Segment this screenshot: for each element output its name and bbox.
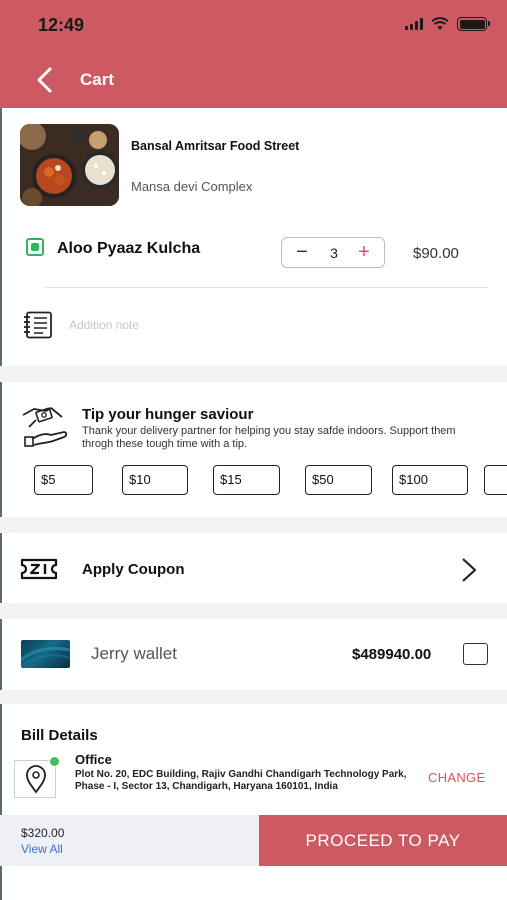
apply-coupon-label[interactable]: Apply Coupon (82, 561, 184, 578)
location-box (14, 760, 56, 798)
footer-summary (0, 815, 259, 866)
cart-item-name: Aloo Pyaaz Kulcha (57, 240, 201, 257)
tip-option-100[interactable]: $100 (392, 465, 468, 495)
screen-edge-line (0, 0, 2, 900)
back-button[interactable] (30, 64, 58, 96)
tip-option-10[interactable]: $10 (122, 465, 188, 495)
location-active-dot (49, 756, 60, 767)
change-address-button[interactable]: CHANGE (428, 770, 485, 785)
tip-option-15[interactable]: $15 (213, 465, 280, 495)
section-divider (0, 690, 507, 704)
cart-item-price: $90.00 (413, 245, 459, 262)
tip-description: Thank your delivery partner for helping … (82, 425, 456, 450)
tip-hand-icon (22, 407, 68, 447)
proceed-to-pay-button[interactable]: PROCEED TO PAY (259, 815, 507, 866)
bill-details-title: Bill Details (21, 727, 98, 744)
page-title: Cart (80, 70, 115, 89)
view-all-link[interactable]: View All (21, 842, 63, 856)
location-pin-icon (26, 765, 46, 794)
restaurant-image (20, 124, 119, 206)
status-time: 12:49 (38, 15, 85, 35)
tip-option-50[interactable]: $50 (305, 465, 372, 495)
wallet-checkbox[interactable] (463, 643, 488, 665)
tip-option-5[interactable]: $5 (34, 465, 93, 495)
section-divider (0, 366, 507, 382)
signal-icon (405, 18, 423, 30)
section-divider (0, 517, 507, 533)
coupon-ticket-icon (20, 558, 58, 580)
wifi-icon (431, 17, 449, 30)
delivery-address: Plot No. 20, EDC Building, Rajiv Gandhi … (75, 769, 407, 792)
chevron-right-icon[interactable] (459, 557, 479, 583)
increase-quantity-button[interactable]: + (354, 242, 374, 263)
tip-option-more[interactable] (484, 465, 507, 495)
battery-icon (457, 17, 490, 31)
veg-indicator-icon (26, 238, 44, 256)
address-type: Office (75, 752, 112, 767)
wallet-label: Jerry wallet (91, 644, 177, 663)
addition-note-input[interactable]: Addition note (69, 318, 139, 332)
restaurant-name: Bansal Amritsar Food Street (131, 139, 300, 153)
status-icons (405, 17, 490, 31)
notebook-icon (24, 311, 52, 339)
wallet-balance: $489940.00 (352, 646, 432, 663)
decrease-quantity-button[interactable]: − (292, 242, 312, 262)
tip-title: Tip your hunger saviour (82, 406, 254, 423)
quantity-value: 3 (330, 245, 338, 261)
header-bar: 12:49 Cart (0, 0, 507, 108)
section-divider (0, 603, 507, 619)
item-divider (45, 287, 488, 288)
wallet-card-icon (21, 640, 70, 668)
back-arrow-icon (37, 67, 52, 93)
quantity-stepper: − 3 + (281, 237, 385, 268)
restaurant-address: Mansa devi Complex (131, 179, 253, 194)
order-total: $320.00 (21, 826, 65, 840)
